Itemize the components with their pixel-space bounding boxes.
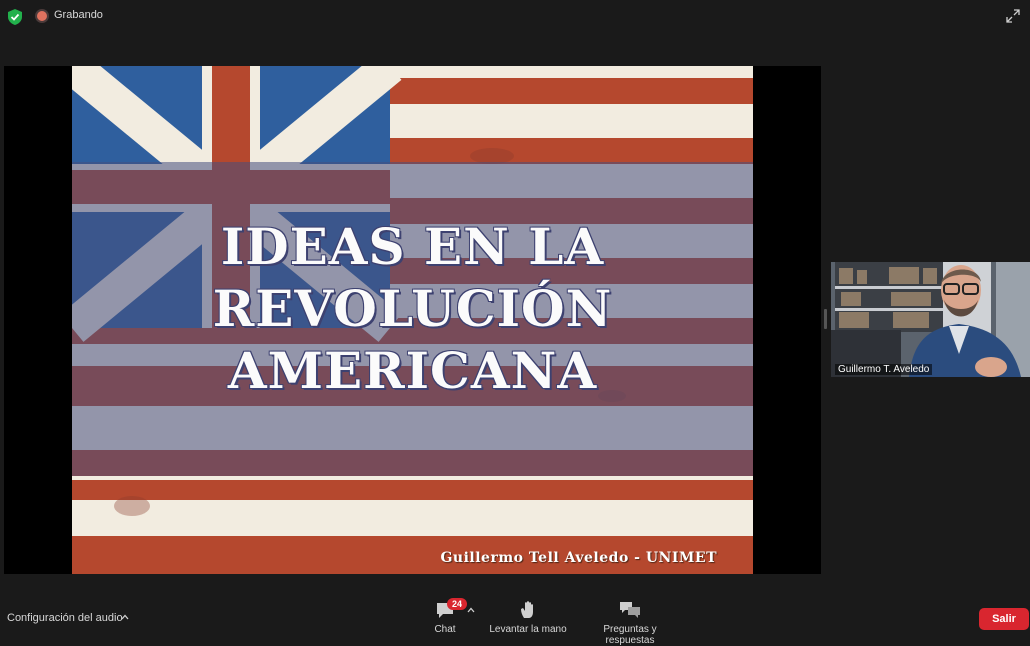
- slide-author: Guillermo Tell Aveledo - UNIMET: [440, 550, 717, 566]
- raise-hand-button[interactable]: Levantar la mano: [487, 600, 569, 635]
- participant-name: Guillermo T. Aveledo: [835, 364, 933, 375]
- chevron-up-icon[interactable]: [467, 607, 475, 613]
- bottom-toolbar: Configuración del audio Chat 24 Levantar…: [0, 598, 1030, 646]
- leave-button[interactable]: Salir: [979, 608, 1029, 630]
- top-bar: Grabando: [0, 0, 1030, 32]
- slide-title-line: REVOLUCIÓN: [212, 279, 613, 338]
- participant-video[interactable]: Guillermo T. Aveledo: [831, 262, 1030, 377]
- slide-title: IDEAS EN LA REVOLUCIÓN AMERICANA: [72, 216, 753, 402]
- presentation-slide: IDEAS EN LA REVOLUCIÓN AMERICANA Guiller…: [72, 66, 753, 574]
- participant-video-frame: [831, 262, 1030, 377]
- fullscreen-icon[interactable]: [1006, 9, 1020, 23]
- chevron-up-icon[interactable]: [121, 613, 129, 621]
- qa-icon: [620, 602, 640, 618]
- raise-hand-label: Levantar la mano: [489, 624, 567, 635]
- qa-label: Preguntas y respuestas: [603, 624, 657, 646]
- shield-check-icon[interactable]: [8, 9, 22, 25]
- hand-icon: [521, 601, 533, 618]
- recording-label: Grabando: [54, 9, 103, 21]
- slide-title-line: AMERICANA: [227, 341, 598, 400]
- qa-button[interactable]: Preguntas y respuestas: [578, 600, 682, 646]
- chat-unread-badge: 24: [447, 598, 467, 610]
- recording-icon: [37, 11, 47, 21]
- slide-title-line: IDEAS EN LA: [220, 217, 605, 276]
- panel-resize-handle[interactable]: [824, 309, 827, 329]
- shared-screen: IDEAS EN LA REVOLUCIÓN AMERICANA Guiller…: [4, 66, 821, 574]
- chat-label: Chat: [434, 624, 456, 635]
- audio-settings-button[interactable]: Configuración del audio: [7, 612, 123, 624]
